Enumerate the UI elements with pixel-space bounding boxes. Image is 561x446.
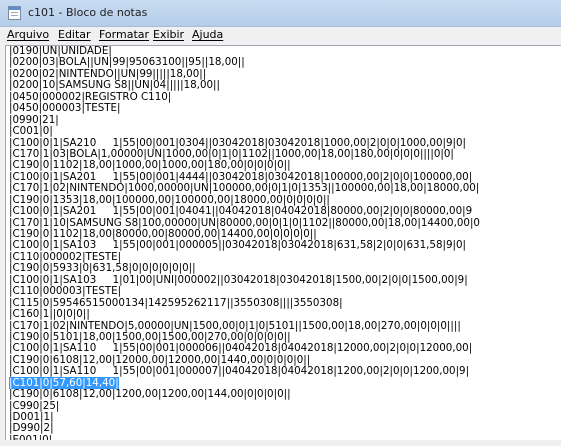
menu-editar[interactable]: Editar (58, 28, 91, 41)
text-line-content: |C190|0|6108|12,00|12000,00|12000,00|144… (9, 353, 311, 366)
text-content: |0190|UN|UNIDADE| |0200|03|BOLA||UN|99|95… (9, 46, 480, 446)
text-line-content: |C990|25| (9, 399, 60, 412)
text-line-content: |C170|1|02|NINTENDO|1000,00000|UN|100000… (9, 182, 480, 195)
text-line: |0990|21| (9, 113, 480, 126)
text-line-content: |C100|0|1|SA201 1|55|00|001|4444||030420… (9, 170, 473, 183)
text-line-content: |C170|1|02|NINTENDO|5,00000|UN|1500,00|0… (9, 319, 461, 332)
menu-ajuda[interactable]: Ajuda (192, 28, 223, 41)
title-bar[interactable]: c101 - Bloco de notas (0, 0, 561, 27)
text-editor[interactable]: |0190|UN|UNIDADE| |0200|03|BOLA||UN|99|95… (5, 45, 561, 446)
text-line-content: |C100|0|1|SA103 1|01|00|UNI|000002||0304… (9, 273, 468, 286)
text-line-content: |C190|0|6108|12,00|1200,00|1200,00|144,0… (9, 388, 291, 401)
menu-formatar[interactable]: Formatar (99, 28, 149, 41)
text-line-content: |0450|000003|TESTE| (9, 102, 121, 115)
text-line-content: |C170|1|03|BOLA|1,00000|UN|1000,00|0|1|0… (9, 147, 454, 160)
notepad-app-icon (8, 6, 21, 20)
text-line-content: |0190|UN|UNIDADE| (9, 45, 112, 57)
text-line: |C190|0|6108|12,00|1200,00|1200,00|144,0… (9, 388, 480, 401)
text-line-content: |0990|21| (9, 113, 59, 126)
text-line-content: |C100|0|1|SA110 1|55|00|001|000006||0404… (9, 342, 473, 355)
text-line-content: |C190|0|1102|18,00|80000,00|80000,00|144… (9, 228, 317, 240)
text-line-content: |0200|03|BOLA||UN|99|95063100||95||18,00… (9, 56, 245, 69)
text-line-content: |D001|1| (9, 411, 54, 423)
text-line-content: |0200|02|NINTENDO||UN|99|||||18,00|| (9, 67, 207, 80)
text-line-content: |C190|0|1353|18,00|100000,00|100000,00|1… (9, 193, 330, 206)
text-line-content: |C115|0|59546515000134|142595262117||355… (9, 296, 343, 309)
text-line: |C100|0|1|SA110 1|55|00|001|000007||0404… (9, 366, 480, 377)
text-line-content: |C190|0|5101|18,00|1500,00|1500,00|270,0… (9, 330, 291, 343)
text-line-content: |C190|0|5933|0|631,58|0|0|0|0|0|0|| (9, 262, 196, 275)
text-line-content: |0200|10|SAMSUNG S8||UN|04|||||18,00|| (9, 79, 220, 92)
text-line-content: |D990|2| (9, 422, 54, 435)
text-line: |0450|000003|TESTE| (9, 102, 480, 115)
text-line-content: |C110|000002|TESTE| (9, 250, 122, 263)
text-line: |C990|25| (9, 399, 480, 412)
text-line-content: |0450|000002|REGISTRO C110| (9, 90, 172, 103)
text-line: |D001|1| (9, 411, 480, 423)
text-line-content: |C190|0|1102|18,00|1000,00|1000,00|180,0… (9, 159, 291, 172)
text-line-content: |C100|0|1|SA103 1|55|00|001|000005||0304… (9, 239, 466, 252)
text-line-content: |C110|000003|TESTE| (9, 285, 122, 298)
text-line-content: |C160|1||0|0|0|| (9, 308, 90, 321)
text-line-content: |C100|0|1|SA201 1|55|00|001|04041||04042… (9, 205, 473, 218)
menu-arquivo[interactable]: Arquivo (7, 28, 49, 41)
text-line-content: |C100|0|1|SA210 1|55|00|001|0304||030420… (9, 136, 466, 149)
text-line-content: |C101|0|57,60|14,40| (9, 376, 119, 389)
menu-bar: Arquivo Editar Formatar Exibir Ajuda (0, 27, 561, 44)
text-line: |D990|2| (9, 423, 480, 434)
text-line-content: |C100|0|1|SA110 1|55|00|001|000007||0404… (9, 365, 470, 378)
notepad-window: c101 - Bloco de notas Arquivo Editar For… (0, 0, 561, 446)
window-title: c101 - Bloco de notas (28, 6, 148, 19)
text-line-content: |C170|1|10|SAMSUNG S8|100,00000|UN|80000… (9, 216, 480, 229)
text-line-content: |C001|0| (9, 125, 53, 138)
window-bottom-edge (0, 440, 561, 446)
menu-exibir[interactable]: Exibir (153, 28, 184, 41)
